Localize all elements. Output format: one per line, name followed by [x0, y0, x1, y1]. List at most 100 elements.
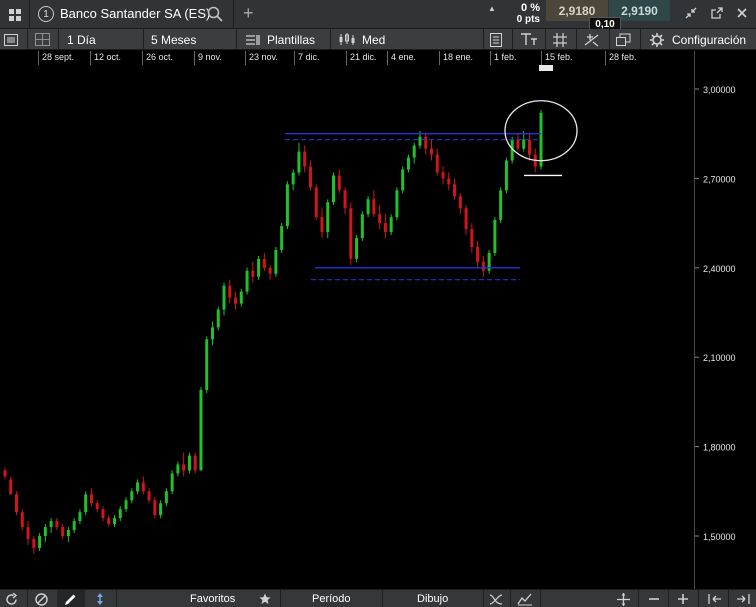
cursor-arrows-icon[interactable] — [93, 590, 107, 607]
candle-body-down — [26, 527, 30, 539]
candle-body-up — [493, 220, 497, 253]
candle-body-down — [453, 184, 457, 197]
window-copy-icon[interactable] — [616, 29, 631, 50]
price-axis-label: 2,40000 — [703, 264, 736, 274]
layout-grid-icon[interactable] — [35, 29, 50, 50]
candle-body-up — [274, 249, 278, 274]
zoom-in-icon[interactable] — [677, 590, 689, 607]
candle-body-down — [95, 503, 99, 510]
popout-icon[interactable] — [710, 6, 724, 25]
collapse-icon[interactable] — [684, 6, 698, 25]
chart-drawing-icon[interactable] — [517, 590, 533, 607]
indicator-curve-icon[interactable] — [489, 590, 503, 607]
candle-body-up — [43, 527, 47, 536]
candle-body-down — [447, 178, 451, 185]
change-direction-icon: ▲ — [488, 4, 496, 13]
candle-body-up — [401, 169, 405, 191]
date-axis: 28 sept. 12 oct. 26 oct. 9 nov. 23 nov. 7 dic… — [0, 51, 700, 65]
chart-type-button[interactable]: Med — [362, 29, 385, 50]
candle-body-up — [164, 491, 168, 504]
candle-body-up — [176, 464, 180, 474]
close-icon[interactable] — [735, 6, 749, 25]
range-selector[interactable]: 5 Meses — [151, 29, 196, 50]
candle-body-down — [516, 139, 520, 149]
instrument-number-badge: 1 — [38, 6, 54, 22]
chart-canvas[interactable]: 3,00000 2,70000 2,40000 2,10000 1,80000 1,500… — [0, 55, 756, 589]
gear-icon[interactable] — [650, 29, 664, 50]
chart-toolbar: 1 Día 5 Meses Plantillas Med Configuraci… — [0, 29, 756, 50]
price-axis-label: 2,70000 — [703, 174, 736, 184]
workspace-grid-icon[interactable] — [0, 0, 29, 29]
crosshair-grid-icon[interactable] — [553, 29, 567, 50]
separator — [510, 590, 511, 607]
text-tool-icon[interactable] — [520, 29, 538, 50]
candle-body-down — [107, 518, 111, 525]
candle-body-up — [72, 521, 76, 531]
separator — [27, 29, 28, 50]
separator — [58, 29, 59, 50]
candle-body-down — [303, 151, 307, 167]
candle-body-up — [239, 291, 243, 304]
separator — [483, 590, 484, 607]
change-points: 0 pts — [516, 14, 540, 25]
indicators-icon[interactable] — [489, 29, 503, 50]
refresh-icon[interactable] — [5, 590, 18, 607]
templates-icon[interactable] — [245, 29, 261, 50]
candle-body-down — [268, 267, 272, 274]
candle-body-up — [159, 503, 163, 516]
date-tick — [541, 51, 542, 65]
favorites-tab[interactable]: Favoritos — [190, 590, 235, 607]
zoom-out-icon[interactable] — [648, 590, 660, 607]
price-axis-label: 3,00000 — [703, 85, 736, 95]
candle-body-up — [280, 226, 284, 250]
candle-body-down — [458, 196, 462, 209]
templates-button[interactable]: Plantillas — [267, 29, 315, 50]
candle-body-up — [216, 309, 220, 328]
candlestick-icon[interactable] — [338, 29, 356, 50]
date-label: 18 ene. — [443, 52, 474, 62]
candle-body-down — [378, 214, 382, 224]
candle-body-down — [476, 246, 480, 262]
separator — [668, 590, 669, 607]
star-icon[interactable] — [259, 590, 271, 607]
drawing-tab[interactable]: Dibujo — [417, 590, 448, 607]
search-icon[interactable] — [207, 6, 223, 27]
add-tab-button[interactable]: + — [243, 3, 254, 24]
scroll-end-icon[interactable] — [708, 590, 722, 607]
candle-body-up — [113, 518, 117, 525]
date-tick — [439, 51, 440, 65]
candle-body-up — [406, 157, 410, 170]
date-tick — [490, 51, 491, 65]
candle-body-down — [349, 208, 353, 259]
settings-button[interactable]: Configuración — [672, 29, 746, 50]
date-tick — [387, 51, 388, 65]
scroll-right-icon[interactable] — [736, 590, 750, 607]
price-chart[interactable]: 3,00000 2,70000 2,40000 2,10000 1,80000 1,500… — [0, 55, 756, 589]
pan-icon[interactable] — [617, 590, 630, 607]
candle-body-down — [343, 190, 347, 209]
candle-body-down — [308, 166, 312, 188]
candle-body-down — [383, 223, 387, 233]
date-label: 23 nov. — [249, 52, 278, 62]
candle-body-down — [20, 512, 24, 528]
candle-body-down — [464, 208, 468, 230]
date-label: 7 dic. — [298, 52, 320, 62]
menu-icon[interactable] — [4, 29, 18, 50]
pencil-icon[interactable] — [64, 590, 77, 607]
candle-body-up — [222, 285, 226, 310]
candle-body-down — [441, 172, 445, 179]
candle-body-down — [251, 270, 255, 277]
candle-body-up — [124, 500, 128, 510]
separator — [29, 0, 30, 29]
period-tab[interactable]: Período — [312, 590, 351, 607]
timeframe-selector[interactable]: 1 Día — [67, 29, 96, 50]
separator — [143, 29, 144, 50]
date-label: 1 feb. — [494, 52, 517, 62]
candle-body-up — [49, 521, 53, 528]
separator — [638, 590, 639, 607]
candle-body-up — [38, 536, 42, 548]
instrument-name[interactable]: Banco Santander SA (ES) — [60, 6, 210, 21]
candle-body-down — [147, 491, 151, 501]
drawing-tools-icon[interactable] — [584, 29, 600, 50]
no-symbol-icon[interactable] — [35, 590, 48, 607]
